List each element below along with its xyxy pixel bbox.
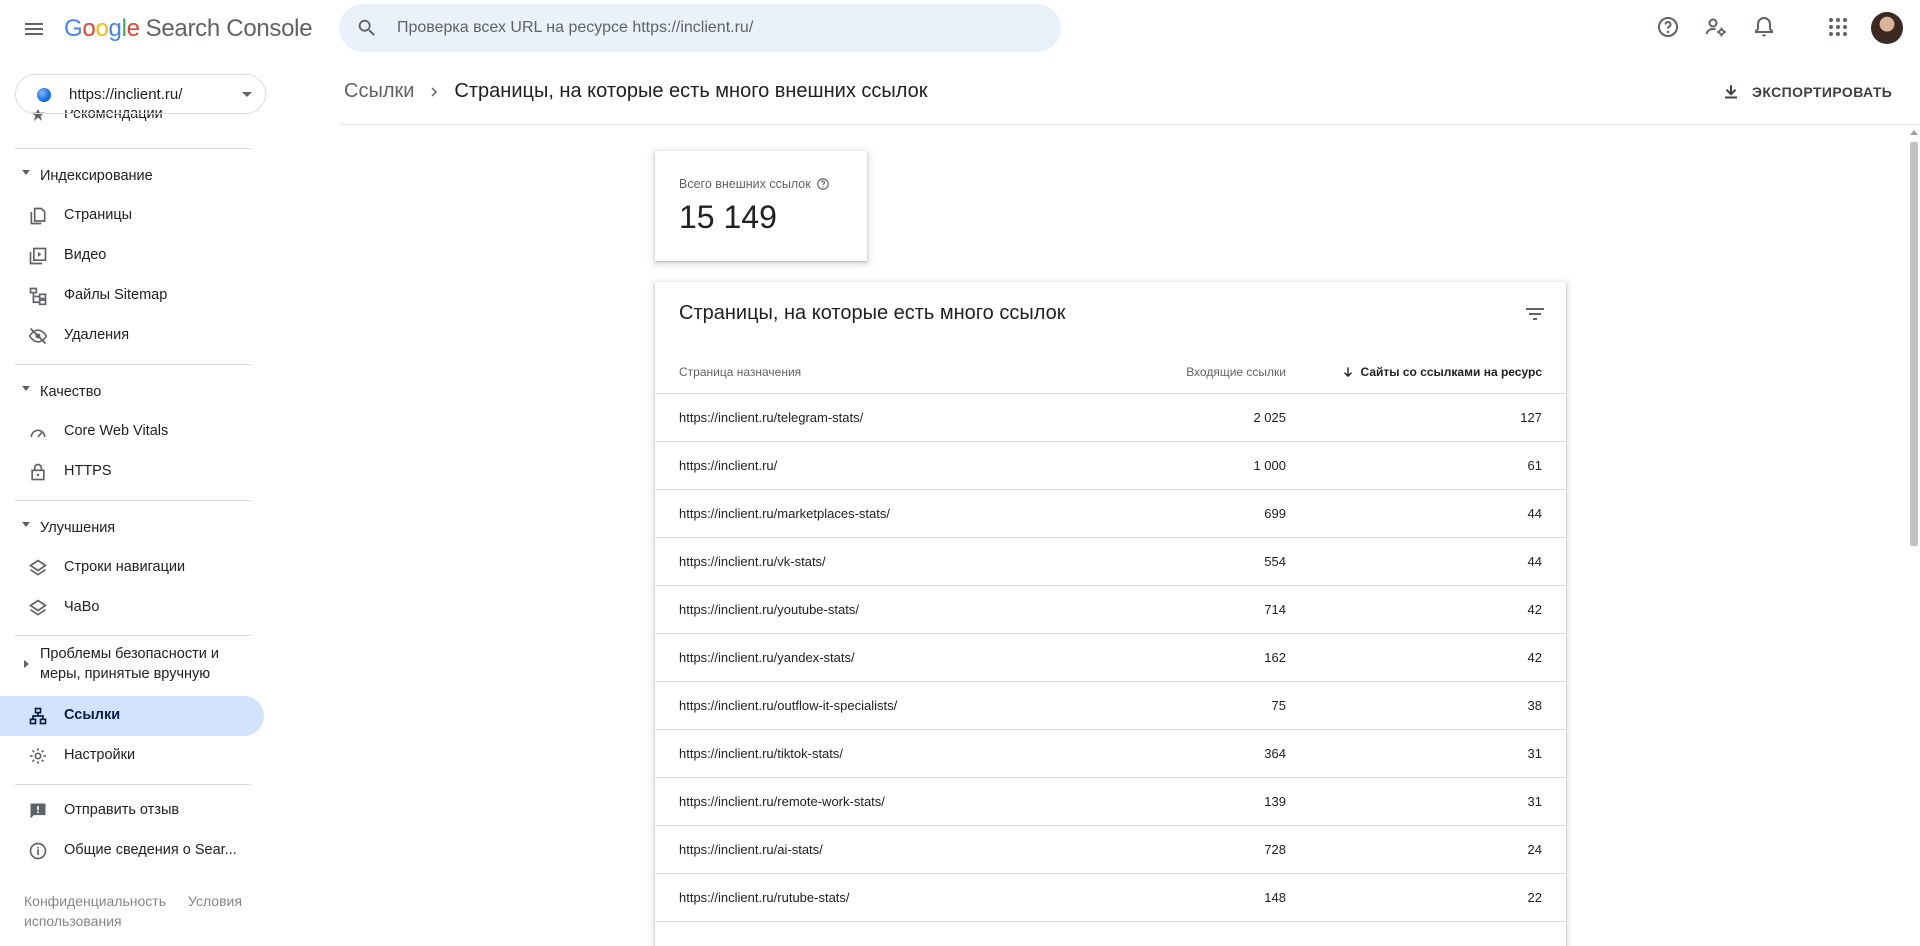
expand-triangle-icon	[22, 386, 30, 391]
sidebar-item-https[interactable]: HTTPS	[0, 452, 264, 492]
table-row[interactable]: https://inclient.ru/1 000 61	[655, 442, 1566, 490]
section-security[interactable]: Проблемы безопасности и меры, принятые в…	[0, 640, 264, 688]
table-row[interactable]: https://inclient.ru/ai-stats/728 24	[655, 826, 1566, 874]
table-title: Страницы, на которые есть много ссылок	[679, 302, 1066, 324]
filter-button[interactable]	[1523, 302, 1547, 331]
search-input[interactable]	[397, 4, 1037, 52]
section-enhancements[interactable]: Улучшения	[0, 508, 264, 544]
table-row[interactable]: https://inclient.ru/remote-work-stats/13…	[655, 778, 1566, 826]
avatar[interactable]	[1871, 12, 1903, 44]
help-icon	[1658, 17, 1678, 37]
eye-off-icon	[28, 327, 48, 345]
links-network-icon	[29, 707, 47, 725]
sitemap-icon	[29, 287, 47, 306]
sidebar-divider	[15, 784, 251, 785]
breadcrumb-links[interactable]: Ссылки	[344, 80, 414, 103]
breadcrumb: Ссылки Страницы, на которые есть много в…	[344, 80, 928, 103]
page-scrollbar[interactable]	[1908, 128, 1920, 946]
expand-triangle-icon	[22, 522, 30, 527]
top-linked-pages-table: Страницы, на которые есть много ссылок С…	[655, 282, 1566, 946]
table-row[interactable]: https://inclient.ru/marketplaces-stats/6…	[655, 490, 1566, 538]
url-inspection-search[interactable]	[339, 4, 1061, 52]
app-logo[interactable]: Google Search Console	[64, 15, 313, 43]
sidebar-item-core-web-vitals[interactable]: Core Web Vitals	[0, 412, 264, 452]
terms-link[interactable]: Условия использования	[24, 891, 254, 931]
table-row[interactable]: https://inclient.ru/outflow-it-specialis…	[655, 682, 1566, 730]
expand-triangle-icon	[24, 660, 29, 668]
sidebar-item-removals[interactable]: Удаления	[0, 316, 264, 356]
property-url: https://inclient.ru/	[69, 86, 183, 103]
download-icon	[1725, 85, 1737, 99]
main-menu-button[interactable]	[22, 17, 46, 41]
table-row[interactable]: https://inclient.ru/tiktok-stats/364 31	[655, 730, 1566, 778]
pages-icon	[30, 207, 46, 225]
sidebar-divider	[15, 148, 251, 149]
export-button[interactable]: ЭКСПОРТИРОВАТЬ	[1722, 80, 1892, 104]
property-selector[interactable]: https://inclient.ru/	[15, 74, 266, 114]
hamburger-icon	[25, 23, 43, 35]
sidebar-item-settings[interactable]: Настройки	[0, 736, 264, 776]
sidebar-item-breadcrumbs[interactable]: Строки навигации	[0, 548, 264, 588]
sidebar-divider	[15, 635, 251, 636]
kpi-label: Всего внешних ссылок	[679, 177, 830, 191]
section-quality[interactable]: Качество	[0, 372, 264, 408]
video-icon	[29, 247, 47, 265]
help-button[interactable]	[1656, 15, 1680, 39]
sidebar-item-sitemaps[interactable]: Файлы Sitemap	[0, 276, 264, 316]
account-settings-button[interactable]	[1704, 15, 1728, 39]
notifications-button[interactable]	[1752, 15, 1776, 39]
sidebar-item-pages[interactable]: Страницы	[0, 196, 264, 236]
scrollbar-thumb[interactable]	[1910, 142, 1918, 546]
chevron-right-icon	[431, 86, 438, 97]
layers-icon	[28, 599, 48, 616]
table-row[interactable]: https://inclient.ru/rutube-stats/148 22	[655, 874, 1566, 922]
speedometer-icon	[30, 429, 46, 438]
lock-icon	[31, 463, 45, 481]
feedback-icon	[30, 803, 46, 819]
table-row[interactable]: https://inclient.ru/youtube-stats/714 42	[655, 586, 1566, 634]
column-incoming-links[interactable]: Входящие ссылки	[1186, 365, 1286, 379]
header-divider	[342, 124, 1920, 125]
filter-icon	[1526, 308, 1544, 320]
scroll-up-arrow-icon[interactable]	[1910, 130, 1918, 135]
main-content: Ссылки Страницы, на которые есть много в…	[270, 58, 1920, 946]
sidebar-divider	[15, 364, 251, 365]
expand-triangle-icon	[22, 170, 30, 175]
sidebar: Рекомендации https://inclient.ru/ Индекс…	[0, 58, 270, 946]
arrow-down-icon	[1343, 367, 1352, 378]
table-row[interactable]: https://inclient.ru/telegram-stats/2 025…	[655, 394, 1566, 442]
section-indexing[interactable]: Индексирование	[0, 156, 264, 192]
total-external-links-card: Всего внешних ссылок 15 149	[655, 151, 867, 261]
table-row[interactable]: https://inclient.ru/vk-stats/554 44	[655, 538, 1566, 586]
sidebar-item-faq[interactable]: ЧаВо	[0, 588, 264, 628]
table-header: Страница назначения Входящие ссылки Сайт…	[655, 342, 1566, 394]
chevron-down-icon	[242, 92, 252, 97]
sidebar-divider	[15, 500, 251, 501]
sidebar-item-video[interactable]: Видео	[0, 236, 264, 276]
product-name: Search Console	[145, 15, 313, 42]
export-label: ЭКСПОРТИРОВАТЬ	[1752, 84, 1893, 100]
top-bar: Google Search Console	[0, 0, 1920, 58]
layers-icon	[28, 559, 48, 576]
sidebar-item-about[interactable]: Общие сведения о Sear...	[0, 831, 264, 871]
gear-icon	[30, 748, 46, 764]
help-icon	[816, 178, 829, 190]
info-icon	[29, 842, 47, 860]
apps-grid-icon	[1829, 18, 1847, 36]
sidebar-item-feedback[interactable]: Отправить отзыв	[0, 791, 264, 831]
google-apps-button[interactable]	[1826, 15, 1850, 39]
page-title: Страницы, на которые есть много внешних …	[454, 80, 928, 102]
sidebar-item-links[interactable]: Ссылки	[0, 696, 264, 736]
column-target-page[interactable]: Страница назначения	[679, 365, 801, 379]
kpi-value: 15 149	[679, 199, 777, 235]
column-linking-sites[interactable]: Сайты со ссылками на ресурс	[1341, 365, 1542, 379]
bell-icon	[1755, 16, 1773, 37]
manage-accounts-icon	[1705, 18, 1726, 37]
property-globe-icon	[37, 88, 51, 102]
search-icon	[358, 19, 375, 36]
table-row[interactable]: https://inclient.ru/yandex-stats/162 42	[655, 634, 1566, 682]
